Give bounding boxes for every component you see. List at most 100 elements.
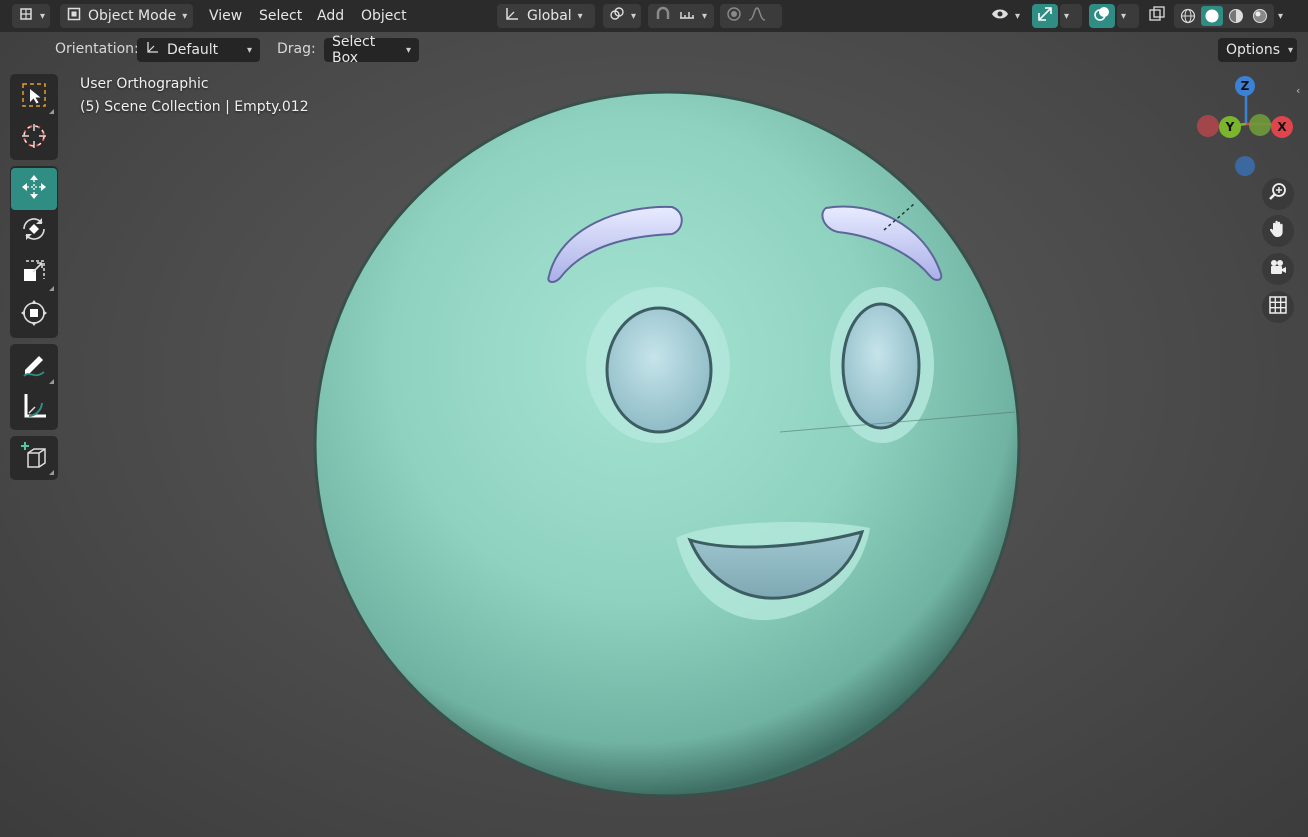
zoom-icon xyxy=(1268,182,1288,206)
chevron-down-icon: ▾ xyxy=(577,10,583,22)
menu-add[interactable]: Add xyxy=(317,4,344,28)
gizmo-neg-x-axis[interactable] xyxy=(1197,115,1219,137)
magnet-icon[interactable] xyxy=(654,6,672,26)
mode-dropdown[interactable]: Object Mode ▾ xyxy=(60,4,193,28)
shading-dropdown[interactable]: ▾ xyxy=(1274,4,1296,28)
orientation-value: Default xyxy=(167,42,219,58)
rotate-icon xyxy=(20,215,48,247)
visibility-dropdown[interactable]: ▾ xyxy=(985,4,1027,28)
add-cube-tool[interactable] xyxy=(11,438,57,478)
cursor-icon xyxy=(20,122,48,154)
solid-shading-icon[interactable] xyxy=(1201,6,1223,26)
xray-toggle[interactable] xyxy=(1144,4,1170,28)
viewport-header: ▾ Object Mode ▾ View Select Add Object G… xyxy=(0,0,1308,32)
mode-label: Object Mode xyxy=(88,8,177,24)
proportional-editing-group[interactable] xyxy=(720,4,782,28)
xray-icon xyxy=(1148,5,1166,27)
move-icon xyxy=(20,173,48,205)
grid-icon xyxy=(1268,295,1288,319)
options-dropdown[interactable]: Options ▾ xyxy=(1218,38,1297,62)
select-box-icon xyxy=(20,81,48,113)
orientation-axes-icon xyxy=(145,41,159,59)
orientation-label: Orientation: xyxy=(55,41,139,57)
measure-tool[interactable] xyxy=(11,387,57,428)
move-tool[interactable] xyxy=(11,168,57,210)
menu-select[interactable]: Select xyxy=(259,4,302,28)
overlays-toggle[interactable] xyxy=(1089,4,1115,28)
chevron-down-icon: ▾ xyxy=(40,10,46,22)
orientation-axes-icon xyxy=(503,6,521,26)
chevron-down-icon: ▾ xyxy=(1288,44,1294,56)
select-box-tool[interactable] xyxy=(11,76,57,117)
drag-value: Select Box xyxy=(332,34,376,66)
pivot-point-dropdown[interactable]: ▾ xyxy=(603,4,641,28)
scale-icon xyxy=(20,257,48,289)
rendered-shading-icon[interactable] xyxy=(1250,6,1271,26)
chevron-down-icon: ▾ xyxy=(182,10,188,22)
3d-viewport[interactable]: ▾ Object Mode ▾ View Select Add Object G… xyxy=(0,0,1308,837)
drag-label: Drag: xyxy=(277,41,316,57)
chevron-down-icon: ▾ xyxy=(1121,10,1127,22)
right-eye xyxy=(841,302,921,430)
gizmo-toggle[interactable] xyxy=(1032,4,1058,28)
chevron-down-icon: ▾ xyxy=(1278,10,1284,22)
annotate-icon xyxy=(20,351,48,383)
material-shading-icon[interactable] xyxy=(1226,6,1247,26)
shading-mode-group xyxy=(1174,4,1274,28)
hand-icon xyxy=(1268,219,1288,243)
editor-type-icon xyxy=(18,6,34,26)
eye-icon xyxy=(991,7,1009,25)
cursor-tool[interactable] xyxy=(11,117,57,158)
rotate-tool[interactable] xyxy=(11,210,57,252)
scale-tool[interactable] xyxy=(11,252,57,294)
smiley-mesh[interactable] xyxy=(0,0,1308,837)
snap-increment-icon[interactable] xyxy=(678,6,696,26)
proportional-edit-icon[interactable] xyxy=(726,6,742,26)
camera-view-button[interactable] xyxy=(1262,253,1294,285)
drag-dropdown[interactable]: Select Box ▾ xyxy=(324,34,419,66)
view-name: User Orthographic xyxy=(80,76,209,92)
menu-object[interactable]: Object xyxy=(361,4,407,28)
transform-icon xyxy=(20,299,48,331)
add-tool-group xyxy=(10,436,58,480)
gizmo-neg-z-axis[interactable] xyxy=(1235,156,1255,176)
left-eye xyxy=(605,306,713,434)
pan-button[interactable] xyxy=(1262,215,1294,247)
orientation-label: Global xyxy=(527,8,572,24)
sidebar-toggle-icon[interactable]: ‹ xyxy=(1296,84,1308,98)
transform-orientation-dropdown[interactable]: Global ▾ xyxy=(497,4,595,28)
perspective-toggle-button[interactable] xyxy=(1262,291,1294,323)
wireframe-shading-icon[interactable] xyxy=(1177,6,1198,26)
object-mode-icon xyxy=(66,6,82,26)
overlays-icon xyxy=(1093,5,1111,27)
annotate-tool[interactable] xyxy=(11,346,57,387)
gizmo-x-axis[interactable]: X xyxy=(1271,116,1293,138)
gizmo-z-axis[interactable]: Z xyxy=(1235,76,1255,96)
add-cube-icon xyxy=(19,441,49,475)
gizmo-neg-y-axis[interactable] xyxy=(1249,114,1271,136)
editor-type-button[interactable]: ▾ xyxy=(12,4,50,28)
transform-tool[interactable] xyxy=(11,294,57,336)
annotate-tool-group xyxy=(10,344,58,430)
falloff-curve-icon[interactable] xyxy=(748,6,766,26)
measure-icon xyxy=(20,392,48,424)
orientation-dropdown[interactable]: Default ▾ xyxy=(137,38,260,62)
chevron-down-icon: ▾ xyxy=(1064,10,1070,22)
chevron-down-icon: ▾ xyxy=(702,10,708,22)
chevron-down-icon: ▾ xyxy=(1015,10,1021,22)
options-label: Options xyxy=(1226,42,1281,58)
gizmo-dropdown[interactable]: ▾ xyxy=(1060,4,1082,28)
menu-view[interactable]: View xyxy=(209,4,242,28)
head-sphere xyxy=(313,90,1021,798)
select-tool-group xyxy=(10,74,58,160)
gizmo-y-axis[interactable]: Y xyxy=(1219,116,1241,138)
overlays-dropdown[interactable]: ▾ xyxy=(1117,4,1139,28)
zoom-button[interactable] xyxy=(1262,178,1294,210)
snapping-group[interactable]: ▾ xyxy=(648,4,714,28)
pivot-icon xyxy=(609,6,625,26)
transform-tool-group xyxy=(10,166,58,338)
chevron-down-icon: ▾ xyxy=(405,44,411,56)
tool-settings-bar: Orientation: Default ▾ Drag: Select Box … xyxy=(0,34,1308,66)
chevron-down-icon: ▾ xyxy=(631,10,637,22)
gizmo-arrow-icon xyxy=(1036,5,1054,27)
